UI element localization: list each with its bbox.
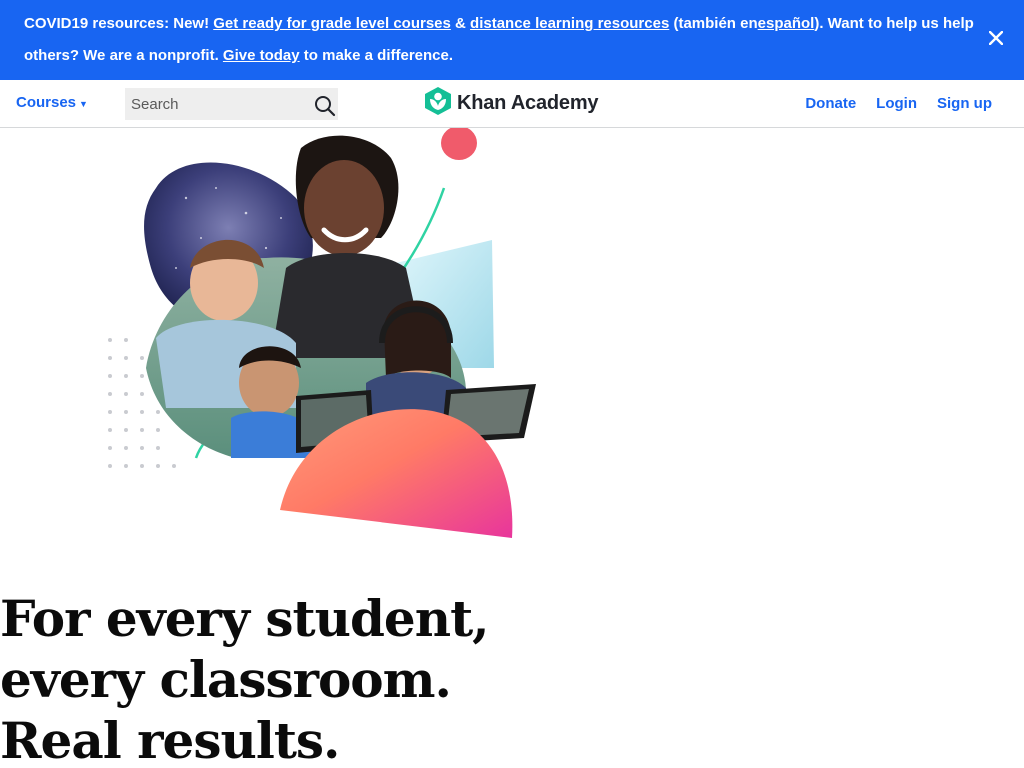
courses-menu-button[interactable]: Courses ▼ bbox=[16, 94, 88, 111]
espanol-link[interactable]: español bbox=[758, 15, 815, 32]
login-link[interactable]: Login bbox=[876, 95, 917, 112]
pink-sphere bbox=[441, 126, 477, 160]
nav-links: Donate Login Sign up bbox=[805, 95, 992, 112]
banner-tambien-prefix: (también en bbox=[673, 15, 758, 32]
search-icon[interactable] bbox=[314, 95, 336, 117]
donate-link[interactable]: Donate bbox=[805, 95, 856, 112]
search-input[interactable] bbox=[125, 95, 305, 113]
banner-prefix: COVID19 resources: New! bbox=[24, 15, 210, 32]
grade-level-courses-link[interactable]: Get ready for grade level courses bbox=[213, 15, 451, 32]
headline-line-1: For every student, bbox=[0, 589, 490, 648]
khan-academy-logo[interactable]: Khan Academy bbox=[424, 86, 599, 121]
covid-banner: COVID19 resources: New! Get ready for gr… bbox=[0, 0, 1024, 80]
hero-headline: For every student, every classroom. Real… bbox=[0, 588, 700, 768]
banner-suffix: to make a difference. bbox=[303, 47, 454, 64]
courses-label: Courses bbox=[16, 94, 77, 111]
top-navigation: Courses▼ Khan Academy Donate Login Sign … bbox=[0, 80, 1024, 128]
headline-line-3: Real results. bbox=[0, 711, 340, 768]
close-icon[interactable] bbox=[986, 28, 1006, 48]
distance-learning-link[interactable]: distance learning resources bbox=[470, 15, 669, 32]
banner-ampersand: & bbox=[455, 15, 466, 32]
headline-line-2: every classroom. bbox=[0, 650, 452, 709]
khan-leaf-icon bbox=[424, 86, 452, 121]
search-box bbox=[125, 88, 338, 120]
caret-down-icon: ▼ bbox=[79, 99, 88, 109]
signup-link[interactable]: Sign up bbox=[937, 95, 992, 112]
logo-text: Khan Academy bbox=[457, 91, 599, 114]
give-today-link[interactable]: Give today bbox=[223, 47, 300, 64]
hero-illustration bbox=[96, 126, 546, 548]
